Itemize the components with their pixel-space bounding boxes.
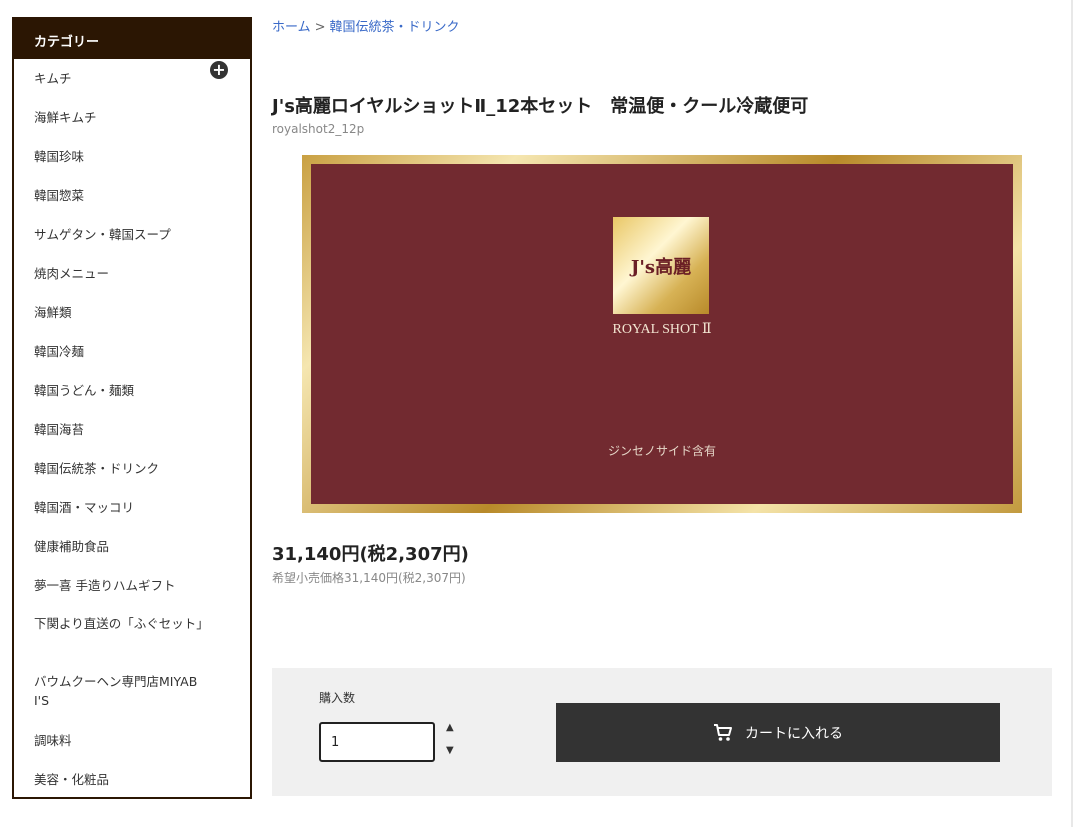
add-to-cart-label: カートに入れる	[745, 725, 843, 742]
sidebar-item-samgyetang-soup[interactable]: サムゲタン・韓国スープ	[14, 215, 250, 254]
sidebar-item-label: 韓国伝統茶・ドリンク	[34, 461, 160, 476]
sidebar-item-traditional-tea[interactable]: 韓国伝統茶・ドリンク	[14, 449, 250, 488]
product-image: J's高麗 ROYAL SHOT Ⅱ ジンセノサイド含有	[302, 155, 1022, 513]
sidebar-item-label: 調味料	[34, 733, 72, 748]
image-subtitle: ROYAL SHOT Ⅱ	[612, 322, 712, 337]
breadcrumb-home-link[interactable]: ホーム	[272, 20, 311, 35]
breadcrumb-separator: >	[314, 20, 326, 35]
sidebar-item-seaweed[interactable]: 韓国海苔	[14, 410, 250, 449]
image-caption: ジンセノサイド含有	[607, 444, 716, 458]
sidebar-item-label: 焼肉メニュー	[34, 266, 110, 281]
sidebar-item-yakiniku[interactable]: 焼肉メニュー	[14, 254, 250, 293]
product-image-panel: J's高麗 ROYAL SHOT Ⅱ ジンセノサイド含有	[311, 164, 1013, 504]
sidebar-item-ham-gift[interactable]: 夢一喜 手造りハムギフト	[14, 566, 250, 605]
sidebar-item-udon-noodles[interactable]: 韓国うどん・麺類	[14, 371, 250, 410]
sidebar-item-label: 韓国うどん・麺類	[34, 383, 135, 398]
sidebar-item-label: バウムクーヘン専門店MIYABI'S	[34, 674, 198, 708]
quantity-input[interactable]	[319, 722, 435, 762]
brand-logo: J's高麗	[613, 217, 709, 314]
quantity-label: 購入数	[319, 691, 356, 705]
sidebar-item-label: キムチ	[34, 71, 72, 86]
sidebar-header: カテゴリー	[14, 19, 250, 59]
category-sidebar: カテゴリー キムチ + 海鮮キムチ 韓国珍味 韓国惣菜 サムゲタン・韓国スープ …	[12, 17, 252, 799]
sidebar-item-fugu-set[interactable]: 下関より直送の「ふぐセット」	[14, 605, 250, 663]
sidebar-item-korean-side-dishes[interactable]: 韓国惣菜	[14, 176, 250, 215]
sidebar-item-label: 下関より直送の「ふぐセット」	[34, 616, 209, 631]
sidebar-item-supplements[interactable]: 健康補助食品	[14, 527, 250, 566]
sidebar-item-label: 韓国珍味	[34, 149, 85, 164]
breadcrumb: ホーム > 韓国伝統茶・ドリンク	[272, 16, 460, 35]
product-price: 31,140円(税2,307円)	[272, 544, 469, 565]
breadcrumb-category-link[interactable]: 韓国伝統茶・ドリンク	[330, 20, 460, 35]
sidebar-item-label: 韓国冷麺	[34, 344, 85, 359]
list-price: 希望小売価格31,140円(税2,307円)	[272, 571, 466, 585]
sidebar-item-beauty[interactable]: 美容・化粧品	[14, 760, 250, 799]
product-title: J's高麗ロイヤルショットⅡ_12本セット 常温便・クール冷蔵便可	[272, 96, 809, 117]
plus-icon[interactable]: +	[210, 61, 228, 79]
sidebar-item-naengmyeon[interactable]: 韓国冷麺	[14, 332, 250, 371]
sidebar-item-baumkuchen[interactable]: バウムクーヘン専門店MIYABI'S	[14, 663, 250, 721]
purchase-panel: 購入数 ▲ ▼ カートに入れる	[272, 668, 1052, 796]
quantity-increase-icon[interactable]: ▲	[446, 723, 454, 733]
sidebar-item-label: 韓国海苔	[34, 422, 85, 437]
sidebar-item-label: 韓国酒・マッコリ	[34, 500, 135, 515]
sidebar-item-label: 海鮮キムチ	[34, 110, 97, 125]
sidebar-item-seasoning[interactable]: 調味料	[14, 721, 250, 760]
sidebar-item-seafood-kimchi[interactable]: 海鮮キムチ	[14, 98, 250, 137]
sidebar-item-seafood[interactable]: 海鮮類	[14, 293, 250, 332]
sidebar-item-label: 韓国惣菜	[34, 188, 85, 203]
add-to-cart-button[interactable]: カートに入れる	[556, 703, 1000, 762]
category-list: キムチ + 海鮮キムチ 韓国珍味 韓国惣菜 サムゲタン・韓国スープ 焼肉メニュー…	[14, 59, 250, 799]
sidebar-item-label: 健康補助食品	[34, 539, 110, 554]
sidebar-item-label: 美容・化粧品	[34, 772, 110, 787]
quantity-decrease-icon[interactable]: ▼	[446, 746, 454, 756]
cart-icon	[714, 723, 732, 741]
product-code: royalshot2_12p	[272, 122, 365, 136]
sidebar-item-label: 夢一喜 手造りハムギフト	[34, 578, 176, 593]
sidebar-item-label: 海鮮類	[34, 305, 72, 320]
sidebar-item-label: サムゲタン・韓国スープ	[34, 227, 171, 242]
sidebar-item-korean-delicacy[interactable]: 韓国珍味	[14, 137, 250, 176]
sidebar-item-kimchi[interactable]: キムチ +	[14, 59, 250, 98]
sidebar-item-makgeolli[interactable]: 韓国酒・マッコリ	[14, 488, 250, 527]
brand-logo-text: J's高麗	[630, 256, 692, 278]
